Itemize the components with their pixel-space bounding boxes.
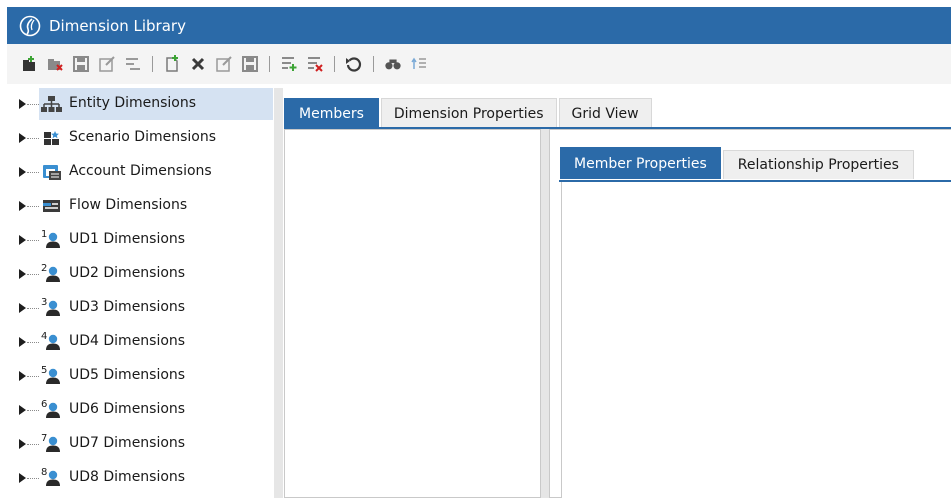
refresh-icon[interactable] xyxy=(345,55,363,73)
dimension-tree: Entity Dimensions Scenario Dimensions Ac… xyxy=(7,88,273,498)
expand-arrow-icon[interactable] xyxy=(19,99,26,109)
expand-arrow-icon[interactable] xyxy=(19,167,26,177)
tree-connector xyxy=(27,308,39,309)
tree-connector xyxy=(27,172,39,173)
delete-member-icon[interactable] xyxy=(189,55,207,73)
ud-user-icon: 5 xyxy=(41,365,63,385)
account-icon xyxy=(43,165,61,180)
tree-item-label: Account Dimensions xyxy=(69,163,212,179)
tree-item-label: Entity Dimensions xyxy=(69,95,197,111)
create-dimension-icon[interactable] xyxy=(20,55,38,73)
members-pane[interactable] xyxy=(284,129,541,498)
tree-item-label: UD4 Dimensions xyxy=(69,333,186,349)
tab-members[interactable]: Members xyxy=(284,98,379,128)
dimension-list-icon[interactable] xyxy=(124,55,142,73)
member-properties-content xyxy=(561,182,951,498)
main-tab-strip: Members Dimension Properties Grid View xyxy=(284,98,654,128)
ud-user-icon: 6 xyxy=(41,399,63,419)
expand-arrow-icon[interactable] xyxy=(19,405,26,415)
toolbar xyxy=(7,44,951,84)
ud-user-icon: 8 xyxy=(41,467,63,487)
edit-member-icon[interactable] xyxy=(215,55,233,73)
toolbar-separator xyxy=(373,56,374,72)
flow-icon xyxy=(43,200,60,212)
expand-arrow-icon[interactable] xyxy=(19,133,26,143)
title-bar: Dimension Library xyxy=(7,7,951,44)
tree-item-label: UD1 Dimensions xyxy=(69,231,186,247)
tree-connector xyxy=(27,376,39,377)
tree-item-account-dimensions[interactable]: Account Dimensions xyxy=(7,156,273,188)
tree-item-label: UD2 Dimensions xyxy=(69,265,186,281)
tree-item-label: Flow Dimensions xyxy=(69,197,188,213)
tab-member-properties[interactable]: Member Properties xyxy=(560,147,721,179)
tree-connector xyxy=(27,104,39,105)
sort-icon[interactable] xyxy=(410,55,428,73)
expand-arrow-icon[interactable] xyxy=(19,269,26,279)
expand-arrow-icon[interactable] xyxy=(19,235,26,245)
new-member-icon[interactable] xyxy=(163,55,181,73)
tree-item-ud1-dimensions[interactable]: 1 UD1 Dimensions xyxy=(7,224,273,256)
expand-arrow-icon[interactable] xyxy=(19,473,26,483)
expand-arrow-icon[interactable] xyxy=(19,303,26,313)
tree-connector xyxy=(27,410,39,411)
ud-user-icon: 2 xyxy=(41,263,63,283)
tree-item-label: UD6 Dimensions xyxy=(69,401,186,417)
save-dimension-icon[interactable] xyxy=(72,55,90,73)
tree-item-ud3-dimensions[interactable]: 3 UD3 Dimensions xyxy=(7,292,273,324)
ud-user-icon: 3 xyxy=(41,297,63,317)
add-relationship-icon[interactable] xyxy=(280,55,298,73)
expand-arrow-icon[interactable] xyxy=(19,439,26,449)
tree-connector xyxy=(27,444,39,445)
tree-item-ud6-dimensions[interactable]: 6 UD6 Dimensions xyxy=(7,394,273,426)
tree-connector xyxy=(27,274,39,275)
save-member-icon[interactable] xyxy=(241,55,259,73)
panel-splitter[interactable] xyxy=(274,88,283,498)
window-title: Dimension Library xyxy=(49,16,186,35)
ud-user-icon: 7 xyxy=(41,433,63,453)
tree-item-ud7-dimensions[interactable]: 7 UD7 Dimensions xyxy=(7,428,273,460)
expand-arrow-icon[interactable] xyxy=(19,337,26,347)
tree-item-label: UD8 Dimensions xyxy=(69,469,186,485)
toolbar-separator xyxy=(269,56,270,72)
tree-item-flow-dimensions[interactable]: Flow Dimensions xyxy=(7,190,273,222)
tree-connector xyxy=(27,138,39,139)
remove-dimension-icon[interactable] xyxy=(46,55,64,73)
remove-relationship-icon[interactable] xyxy=(306,55,324,73)
tree-connector xyxy=(27,206,39,207)
toolbar-separator xyxy=(152,56,153,72)
tab-grid-view[interactable]: Grid View xyxy=(558,98,652,128)
tree-item-scenario-dimensions[interactable]: Scenario Dimensions xyxy=(7,122,273,154)
tree-item-label: Scenario Dimensions xyxy=(69,129,217,145)
tree-item-ud8-dimensions[interactable]: 8 UD8 Dimensions xyxy=(7,462,273,494)
ud-user-icon: 4 xyxy=(41,331,63,351)
tree-item-entity-dimensions[interactable]: Entity Dimensions xyxy=(7,88,273,120)
app-logo-icon xyxy=(19,15,41,36)
tree-connector xyxy=(27,240,39,241)
tree-item-label: UD5 Dimensions xyxy=(69,367,186,383)
tab-relationship-properties[interactable]: Relationship Properties xyxy=(722,150,914,179)
search-icon[interactable] xyxy=(384,55,402,73)
tree-item-label: UD3 Dimensions xyxy=(69,299,186,315)
toolbar-separator xyxy=(334,56,335,72)
tree-connector xyxy=(27,478,39,479)
ud-user-icon: 1 xyxy=(41,229,63,249)
tree-connector xyxy=(27,342,39,343)
tree-item-ud2-dimensions[interactable]: 2 UD2 Dimensions xyxy=(7,258,273,290)
entity-icon xyxy=(41,96,62,112)
scenario-icon xyxy=(44,131,59,145)
expand-arrow-icon[interactable] xyxy=(19,371,26,381)
sub-tab-strip: Member Properties Relationship Propertie… xyxy=(560,147,916,179)
pane-splitter[interactable] xyxy=(541,129,549,498)
tab-dimension-properties[interactable]: Dimension Properties xyxy=(380,98,557,128)
edit-dimension-icon[interactable] xyxy=(98,55,116,73)
tree-item-ud4-dimensions[interactable]: 4 UD4 Dimensions xyxy=(7,326,273,358)
tree-item-ud5-dimensions[interactable]: 5 UD5 Dimensions xyxy=(7,360,273,392)
tree-item-label: UD7 Dimensions xyxy=(69,435,186,451)
expand-arrow-icon[interactable] xyxy=(19,201,26,211)
